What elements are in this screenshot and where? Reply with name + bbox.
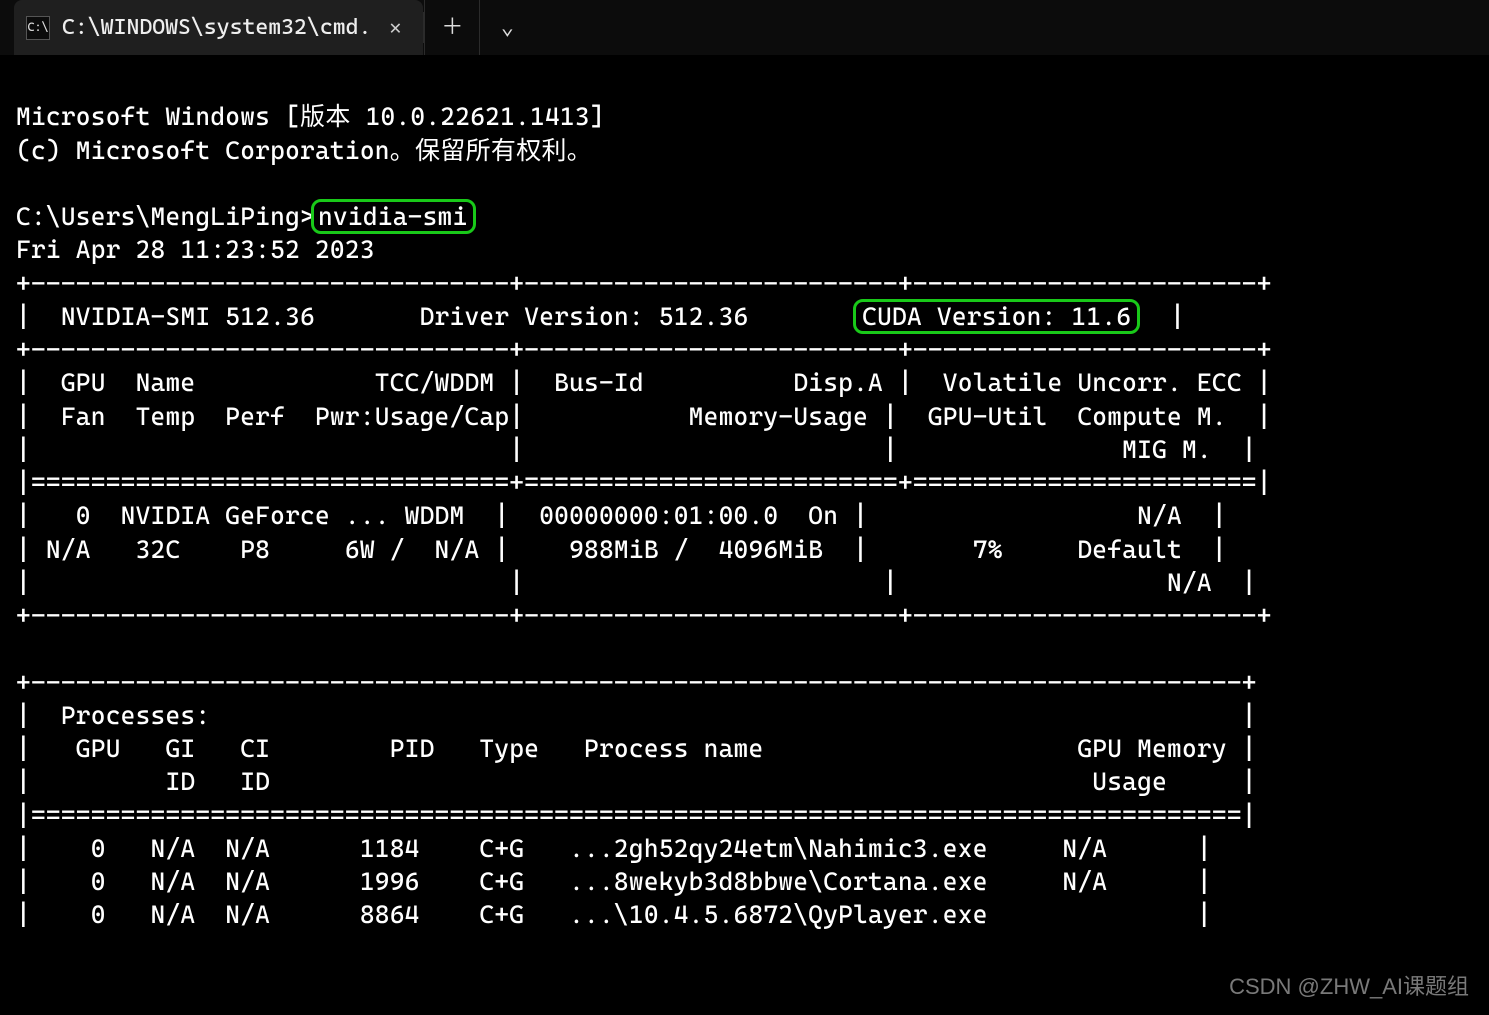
smi-proc-hdr2: | ID ID Usage | [16, 767, 1257, 796]
smi-col-row-1: | GPU Name TCC/WDDM | Bus-Id Disp.A | Vo… [16, 368, 1272, 397]
smi-proc-hdr1: | GPU GI CI PID Type Process name GPU Me… [16, 734, 1257, 763]
highlight-command: nvidia-smi [311, 199, 476, 234]
cmd-icon: C:\ [26, 16, 50, 40]
smi-col-row-3: | | | MIG M. | [16, 435, 1257, 464]
prompt-path: C:\Users\MengLiPing> [16, 202, 315, 231]
smi-sep-eq: |================================+======… [16, 468, 1272, 497]
close-icon[interactable]: ✕ [383, 14, 407, 41]
smi-proc-row-1: | 0 N/A N/A 1996 C+G ...8wekyb3d8bbwe\Co… [16, 867, 1212, 896]
smi-timestamp: Fri Apr 28 11:23:52 2023 [16, 235, 375, 264]
smi-col-row-2: | Fan Temp Perf Pwr:Usage/Cap| Memory-Us… [16, 402, 1272, 431]
tab-title: C:\WINDOWS\system32\cmd. [62, 13, 371, 42]
new-tab-button[interactable]: ＋ [424, 0, 479, 55]
titlebar: C:\ C:\WINDOWS\system32\cmd. ✕ ＋ ⌄ [0, 0, 1489, 55]
smi-proc-title: | Processes: | [16, 701, 1257, 730]
smi-proc-row-2: | 0 N/A N/A 8864 C+G ...\10.4.5.6872\QyP… [16, 900, 1212, 929]
smi-proc-top: +---------------------------------------… [16, 668, 1257, 697]
highlight-cuda-version: CUDA Version: 11.6 [853, 299, 1140, 334]
terminal-tab[interactable]: C:\ C:\WINDOWS\system32\cmd. ✕ [14, 0, 423, 55]
smi-sep-bot: +--------------------------------+------… [16, 601, 1272, 630]
smi-gpu0-3: | | | N/A | [16, 568, 1257, 597]
smi-gpu0-2: | N/A 32C P8 6W / N/A | 988MiB / 4096MiB… [16, 535, 1227, 564]
banner-line-1: Microsoft Windows [版本 10.0.22621.1413] [16, 102, 605, 131]
banner-line-2: (c) Microsoft Corporation。保留所有权利。 [16, 136, 592, 165]
smi-gpu0-1: | 0 NVIDIA GeForce ... WDDM | 00000000:0… [16, 501, 1227, 530]
smi-proc-row-0: | 0 N/A N/A 1184 C+G ...2gh52qy24etm\Nah… [16, 834, 1212, 863]
watermark: CSDN @ZHW_AI课题组 [1229, 972, 1469, 1001]
smi-sep-top2: +--------------------------------+------… [16, 335, 1272, 364]
smi-proc-eq: |=======================================… [16, 801, 1257, 830]
smi-sep-top: +--------------------------------+------… [16, 269, 1272, 298]
tab-dropdown-button[interactable]: ⌄ [479, 0, 534, 55]
terminal-output[interactable]: Microsoft Windows [版本 10.0.22621.1413] (… [0, 55, 1489, 932]
smi-header-row: | NVIDIA-SMI 512.36 Driver Version: 512.… [16, 299, 1185, 334]
